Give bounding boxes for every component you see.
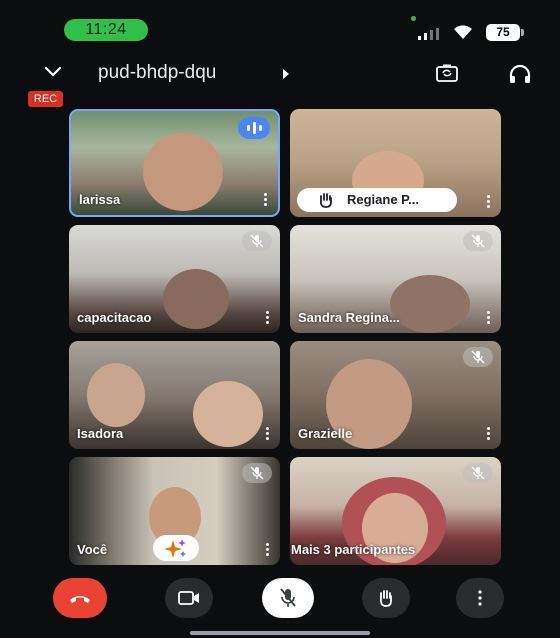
chevron-down-icon[interactable] (44, 66, 62, 78)
muted-indicator (463, 347, 493, 367)
participant-name: Sandra Regina... (298, 310, 400, 325)
video-camera-icon (178, 591, 199, 605)
signal-icon (418, 28, 439, 40)
participant-tile[interactable]: capacitacao (69, 225, 280, 333)
participant-video (193, 381, 263, 447)
mic-off-icon (250, 466, 264, 480)
raise-hand-button[interactable] (362, 578, 410, 618)
overflow-participants-tile[interactable]: Mais 3 participantes (290, 457, 501, 565)
raised-hand-icon (379, 590, 392, 607)
mic-off-icon (250, 234, 264, 248)
participant-video (163, 269, 229, 329)
switch-camera-icon[interactable] (436, 64, 458, 82)
participant-tile[interactable]: Isadora (69, 341, 280, 449)
more-options-icon[interactable] (487, 427, 491, 441)
end-call-button[interactable] (53, 578, 107, 618)
speaking-indicator-icon (238, 117, 270, 139)
privacy-dot-icon (411, 16, 416, 21)
more-options-icon[interactable] (266, 543, 270, 557)
raised-hand-icon (319, 193, 332, 208)
participant-tile[interactable]: larissa (69, 109, 280, 217)
effects-button[interactable] (153, 535, 199, 561)
more-options-icon[interactable] (487, 195, 491, 209)
sparkle-icon (164, 539, 186, 558)
meeting-code[interactable]: pud-bhdp-dqu (98, 62, 216, 84)
recording-badge: REC (28, 91, 63, 107)
camera-button[interactable] (165, 578, 213, 618)
phone-hangup-icon (70, 596, 90, 603)
mic-off-icon (280, 588, 296, 607)
participant-name: Isadora (77, 426, 124, 441)
participant-name: capacitacao (77, 310, 152, 325)
meeting-header: pud-bhdp-dqu (0, 54, 560, 94)
meet-app: 11:24 75 pud-bhdp-dqu REC larissa Regian… (0, 0, 560, 638)
participant-video (87, 363, 145, 427)
more-options-icon[interactable] (266, 311, 270, 325)
mic-off-icon (471, 234, 485, 248)
more-options-icon[interactable] (487, 311, 491, 325)
muted-indicator (463, 463, 493, 483)
participant-name: Grazielle (298, 426, 353, 441)
participant-tile[interactable]: Regiane P... (290, 109, 501, 217)
home-indicator[interactable] (190, 631, 370, 635)
participant-video (143, 133, 223, 211)
caret-right-icon[interactable] (282, 69, 290, 79)
mic-off-icon (471, 466, 485, 480)
status-bar: 11:24 75 (0, 0, 560, 44)
more-options-icon[interactable] (266, 427, 270, 441)
more-options-icon[interactable] (264, 193, 268, 207)
more-vert-icon (478, 590, 482, 606)
participant-video (390, 275, 470, 333)
wifi-icon (454, 25, 472, 39)
participant-name: Mais 3 participantes (291, 542, 416, 557)
headphones-icon[interactable] (509, 64, 531, 84)
self-view-tile[interactable]: Você (69, 457, 280, 565)
hand-raised-badge: Regiane P... (297, 188, 457, 212)
participant-name: Regiane P... (347, 192, 420, 207)
muted-indicator (242, 463, 272, 483)
battery-indicator: 75 (486, 24, 524, 41)
participant-tile[interactable]: Sandra Regina... (290, 225, 501, 333)
more-options-button[interactable] (456, 578, 504, 618)
mic-off-icon (471, 350, 485, 364)
participant-tile[interactable]: Grazielle (290, 341, 501, 449)
status-time: 11:24 (64, 19, 148, 41)
muted-indicator (242, 231, 272, 251)
call-controls (0, 578, 560, 626)
participant-name: larissa (79, 192, 121, 207)
microphone-button[interactable] (262, 578, 314, 618)
participant-name: Você (77, 542, 108, 557)
muted-indicator (463, 231, 493, 251)
